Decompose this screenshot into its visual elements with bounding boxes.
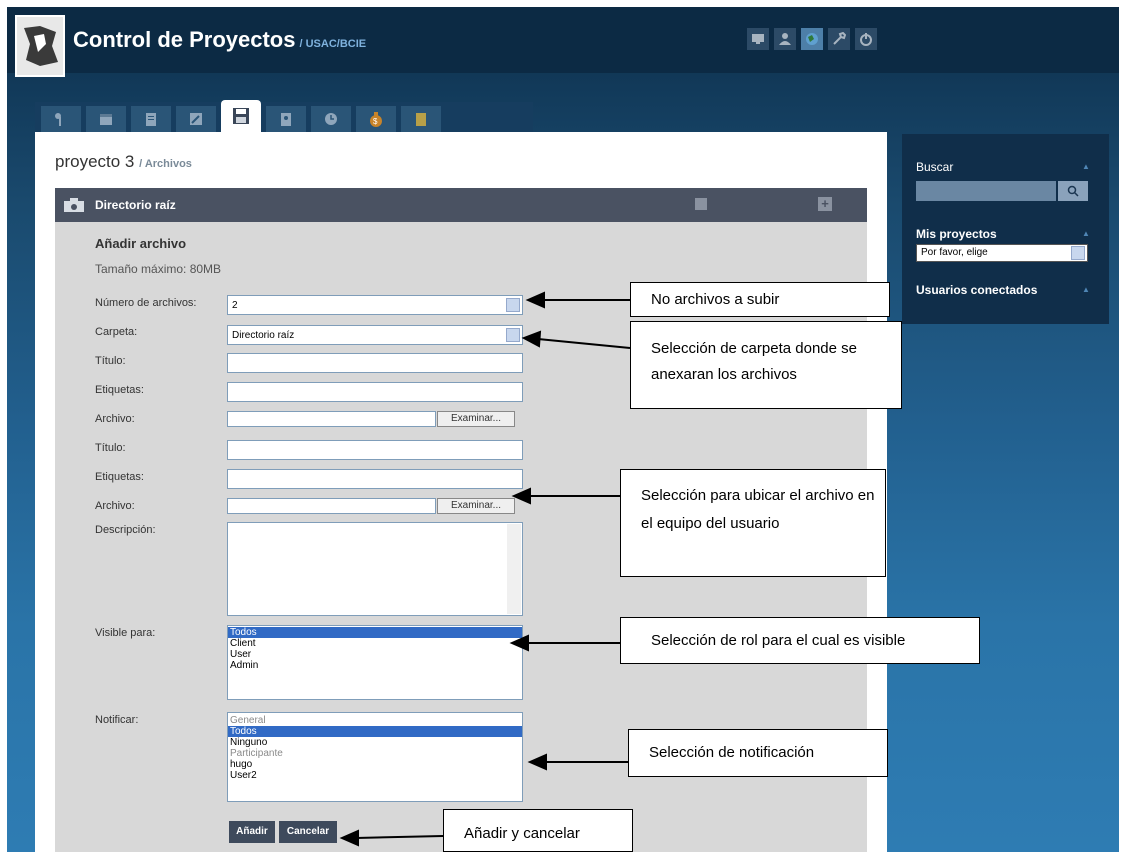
callout-role: Selección de rol para el cual es visible [620,617,980,664]
arrow-line [355,835,444,839]
callout-num-files: No archivos a subir [630,282,890,317]
arrow-head [511,487,531,505]
callout-buttons: Añadir y cancelar [443,809,633,852]
callout-folder: Selección de carpeta donde se anexaran l… [630,321,902,409]
callout-notify: Selección de notificación [628,729,888,777]
arrow-head [525,291,545,309]
arrow-head [339,829,359,847]
annotation-arrows [339,291,631,847]
arrow-head [521,330,542,348]
arrow-head [509,634,529,652]
arrow-line [537,338,631,349]
arrow-head [527,753,547,771]
callout-browse: Selección para ubicar el archivo en el e… [620,469,886,577]
